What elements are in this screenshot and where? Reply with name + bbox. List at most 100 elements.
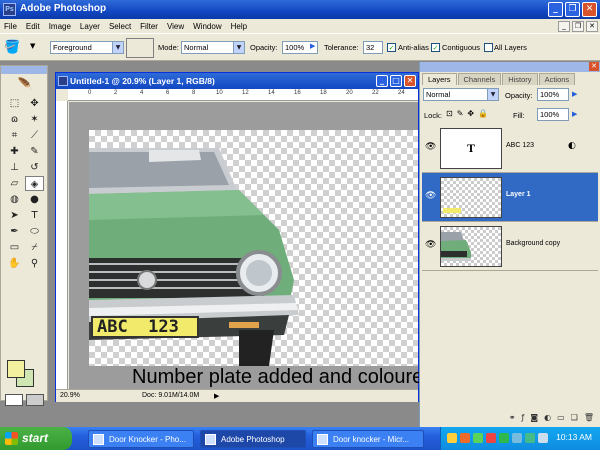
- move-tool-icon[interactable]: ✥: [25, 96, 44, 111]
- restore-button[interactable]: ❐: [565, 2, 580, 17]
- lock-all-icon[interactable]: 🔒: [478, 109, 488, 118]
- add-mask-icon[interactable]: ◙: [530, 413, 538, 422]
- document-title-bar[interactable]: Untitled-1 @ 20.9% (Layer 1, RGB/8) _ □ …: [56, 73, 418, 89]
- close-button[interactable]: ✕: [582, 2, 597, 17]
- tool-preset-chevron-icon[interactable]: ▼: [30, 42, 35, 50]
- lock-image-icon[interactable]: ✎: [457, 109, 464, 118]
- standard-mode-icon[interactable]: [5, 394, 23, 406]
- status-arrow-icon[interactable]: ▶: [214, 392, 219, 400]
- brush-tool-icon[interactable]: ✎: [25, 144, 44, 159]
- tray-icon[interactable]: [447, 433, 457, 443]
- hand-tool-icon[interactable]: ✋: [5, 256, 24, 271]
- paint-bucket-icon[interactable]: 🪣: [4, 40, 20, 55]
- layer-opacity-input[interactable]: 100%: [537, 88, 569, 101]
- link-layers-icon[interactable]: ⚭: [509, 413, 516, 422]
- layer-row[interactable]: 👁 Background copy: [422, 222, 598, 271]
- menu-edit[interactable]: Edit: [26, 22, 40, 31]
- layer-name[interactable]: Background copy: [506, 240, 560, 247]
- paint-bucket-tool-icon[interactable]: ◈: [25, 176, 44, 191]
- clone-stamp-icon[interactable]: ⊥: [5, 160, 24, 175]
- clock[interactable]: 10:13 AM: [556, 432, 592, 442]
- mode-select[interactable]: Normal ▼: [181, 41, 245, 54]
- layer-row[interactable]: 👁 T ABC 123 ◐: [422, 124, 598, 173]
- tray-icon[interactable]: [499, 433, 509, 443]
- doc-minimize-icon[interactable]: _: [558, 20, 570, 32]
- new-group-icon[interactable]: ▭: [557, 413, 565, 422]
- eyedropper-tool-icon[interactable]: ⌿: [25, 240, 44, 255]
- shape-tool-icon[interactable]: ⬭: [25, 224, 44, 239]
- healing-brush-icon[interactable]: ✚: [5, 144, 24, 159]
- tab-channels[interactable]: Channels: [457, 73, 502, 85]
- doc-window-close-button[interactable]: ✕: [404, 75, 416, 87]
- tray-icon[interactable]: [512, 433, 522, 443]
- blur-tool-icon[interactable]: ◍: [5, 192, 24, 207]
- pen-tool-icon[interactable]: ✒: [5, 224, 24, 239]
- doc-window-minimize-button[interactable]: _: [376, 75, 388, 87]
- menu-filter[interactable]: Filter: [140, 22, 158, 31]
- eye-icon[interactable]: 👁: [425, 240, 436, 250]
- tab-actions[interactable]: Actions: [538, 73, 576, 85]
- fill-arrow-icon[interactable]: ▶: [572, 110, 577, 118]
- canvas-area[interactable]: ABC 123: [69, 102, 418, 389]
- eye-icon[interactable]: 👁: [425, 191, 436, 201]
- doc-size[interactable]: Doc: 9.01M/14.0M: [142, 392, 199, 399]
- taskbar-item[interactable]: Door Knocker - Pho...: [88, 430, 194, 448]
- palette-title-bar[interactable]: ✕: [420, 62, 600, 72]
- layer-name[interactable]: Layer 1: [506, 191, 531, 198]
- contiguous-checkbox[interactable]: ✓: [431, 43, 440, 52]
- opacity-arrow-icon[interactable]: ▶: [572, 90, 577, 98]
- tray-icon[interactable]: [473, 433, 483, 443]
- antialias-checkbox[interactable]: ✓: [387, 43, 396, 52]
- lasso-tool-icon[interactable]: ɷ: [5, 112, 24, 127]
- menu-help[interactable]: Help: [231, 22, 247, 31]
- taskbar-item[interactable]: Door knocker - Micr...: [312, 430, 424, 448]
- all-layers-checkbox[interactable]: [484, 43, 493, 52]
- delete-layer-icon[interactable]: 🗑: [584, 413, 594, 422]
- new-layer-icon[interactable]: ❏: [571, 413, 578, 422]
- tray-icon[interactable]: [525, 433, 535, 443]
- menu-image[interactable]: Image: [49, 22, 71, 31]
- quick-mask-icon[interactable]: [26, 394, 44, 406]
- zoom-tool-icon[interactable]: ⚲: [25, 256, 44, 271]
- path-selection-icon[interactable]: ➤: [5, 208, 24, 223]
- tab-layers[interactable]: Layers: [422, 73, 457, 85]
- layer-name[interactable]: ABC 123: [506, 142, 534, 149]
- notes-tool-icon[interactable]: ▭: [5, 240, 24, 255]
- tray-icon[interactable]: [486, 433, 496, 443]
- close-icon[interactable]: ✕: [589, 62, 599, 71]
- doc-window-maximize-button[interactable]: □: [390, 75, 402, 87]
- slice-tool-icon[interactable]: ⟋: [25, 128, 44, 143]
- volume-icon[interactable]: [538, 433, 548, 443]
- tray-icon[interactable]: [460, 433, 470, 443]
- menu-file[interactable]: File: [4, 22, 17, 31]
- lock-position-icon[interactable]: ✥: [467, 109, 474, 118]
- pattern-picker[interactable]: [126, 38, 154, 58]
- magic-wand-icon[interactable]: ✶: [25, 112, 44, 127]
- crop-tool-icon[interactable]: ⌗: [5, 128, 24, 143]
- opacity-slider-arrow-icon[interactable]: ▶: [310, 42, 315, 50]
- menu-view[interactable]: View: [167, 22, 184, 31]
- layer-row-selected[interactable]: 👁 Layer 1: [422, 173, 598, 222]
- fill-input[interactable]: 100%: [537, 108, 569, 121]
- type-tool-icon[interactable]: T: [25, 208, 44, 223]
- adjustment-layer-icon[interactable]: ◐: [544, 413, 551, 422]
- marquee-tool-icon[interactable]: ⬚: [5, 96, 24, 111]
- dodge-tool-icon[interactable]: ●: [25, 192, 44, 207]
- menu-window[interactable]: Window: [193, 22, 221, 31]
- fill-source-select[interactable]: Foreground ▼: [50, 41, 124, 54]
- menu-layer[interactable]: Layer: [80, 22, 100, 31]
- lock-transparency-icon[interactable]: ⊡: [446, 109, 453, 118]
- eye-icon[interactable]: 👁: [425, 142, 436, 152]
- history-brush-icon[interactable]: ↺: [25, 160, 44, 175]
- toolbox-title-bar[interactable]: [1, 66, 47, 74]
- foreground-color-swatch[interactable]: [7, 360, 25, 378]
- zoom-level[interactable]: 20.9%: [60, 392, 80, 399]
- feather-icon[interactable]: 🪶: [5, 77, 45, 91]
- menu-select[interactable]: Select: [109, 22, 131, 31]
- doc-close-icon[interactable]: ✕: [586, 20, 598, 32]
- blend-mode-select[interactable]: Normal ▼: [423, 88, 499, 101]
- add-style-icon[interactable]: ƒ: [522, 413, 525, 422]
- doc-restore-icon[interactable]: ❐: [572, 20, 584, 32]
- minimize-button[interactable]: _: [548, 2, 563, 17]
- tab-history[interactable]: History: [502, 73, 538, 85]
